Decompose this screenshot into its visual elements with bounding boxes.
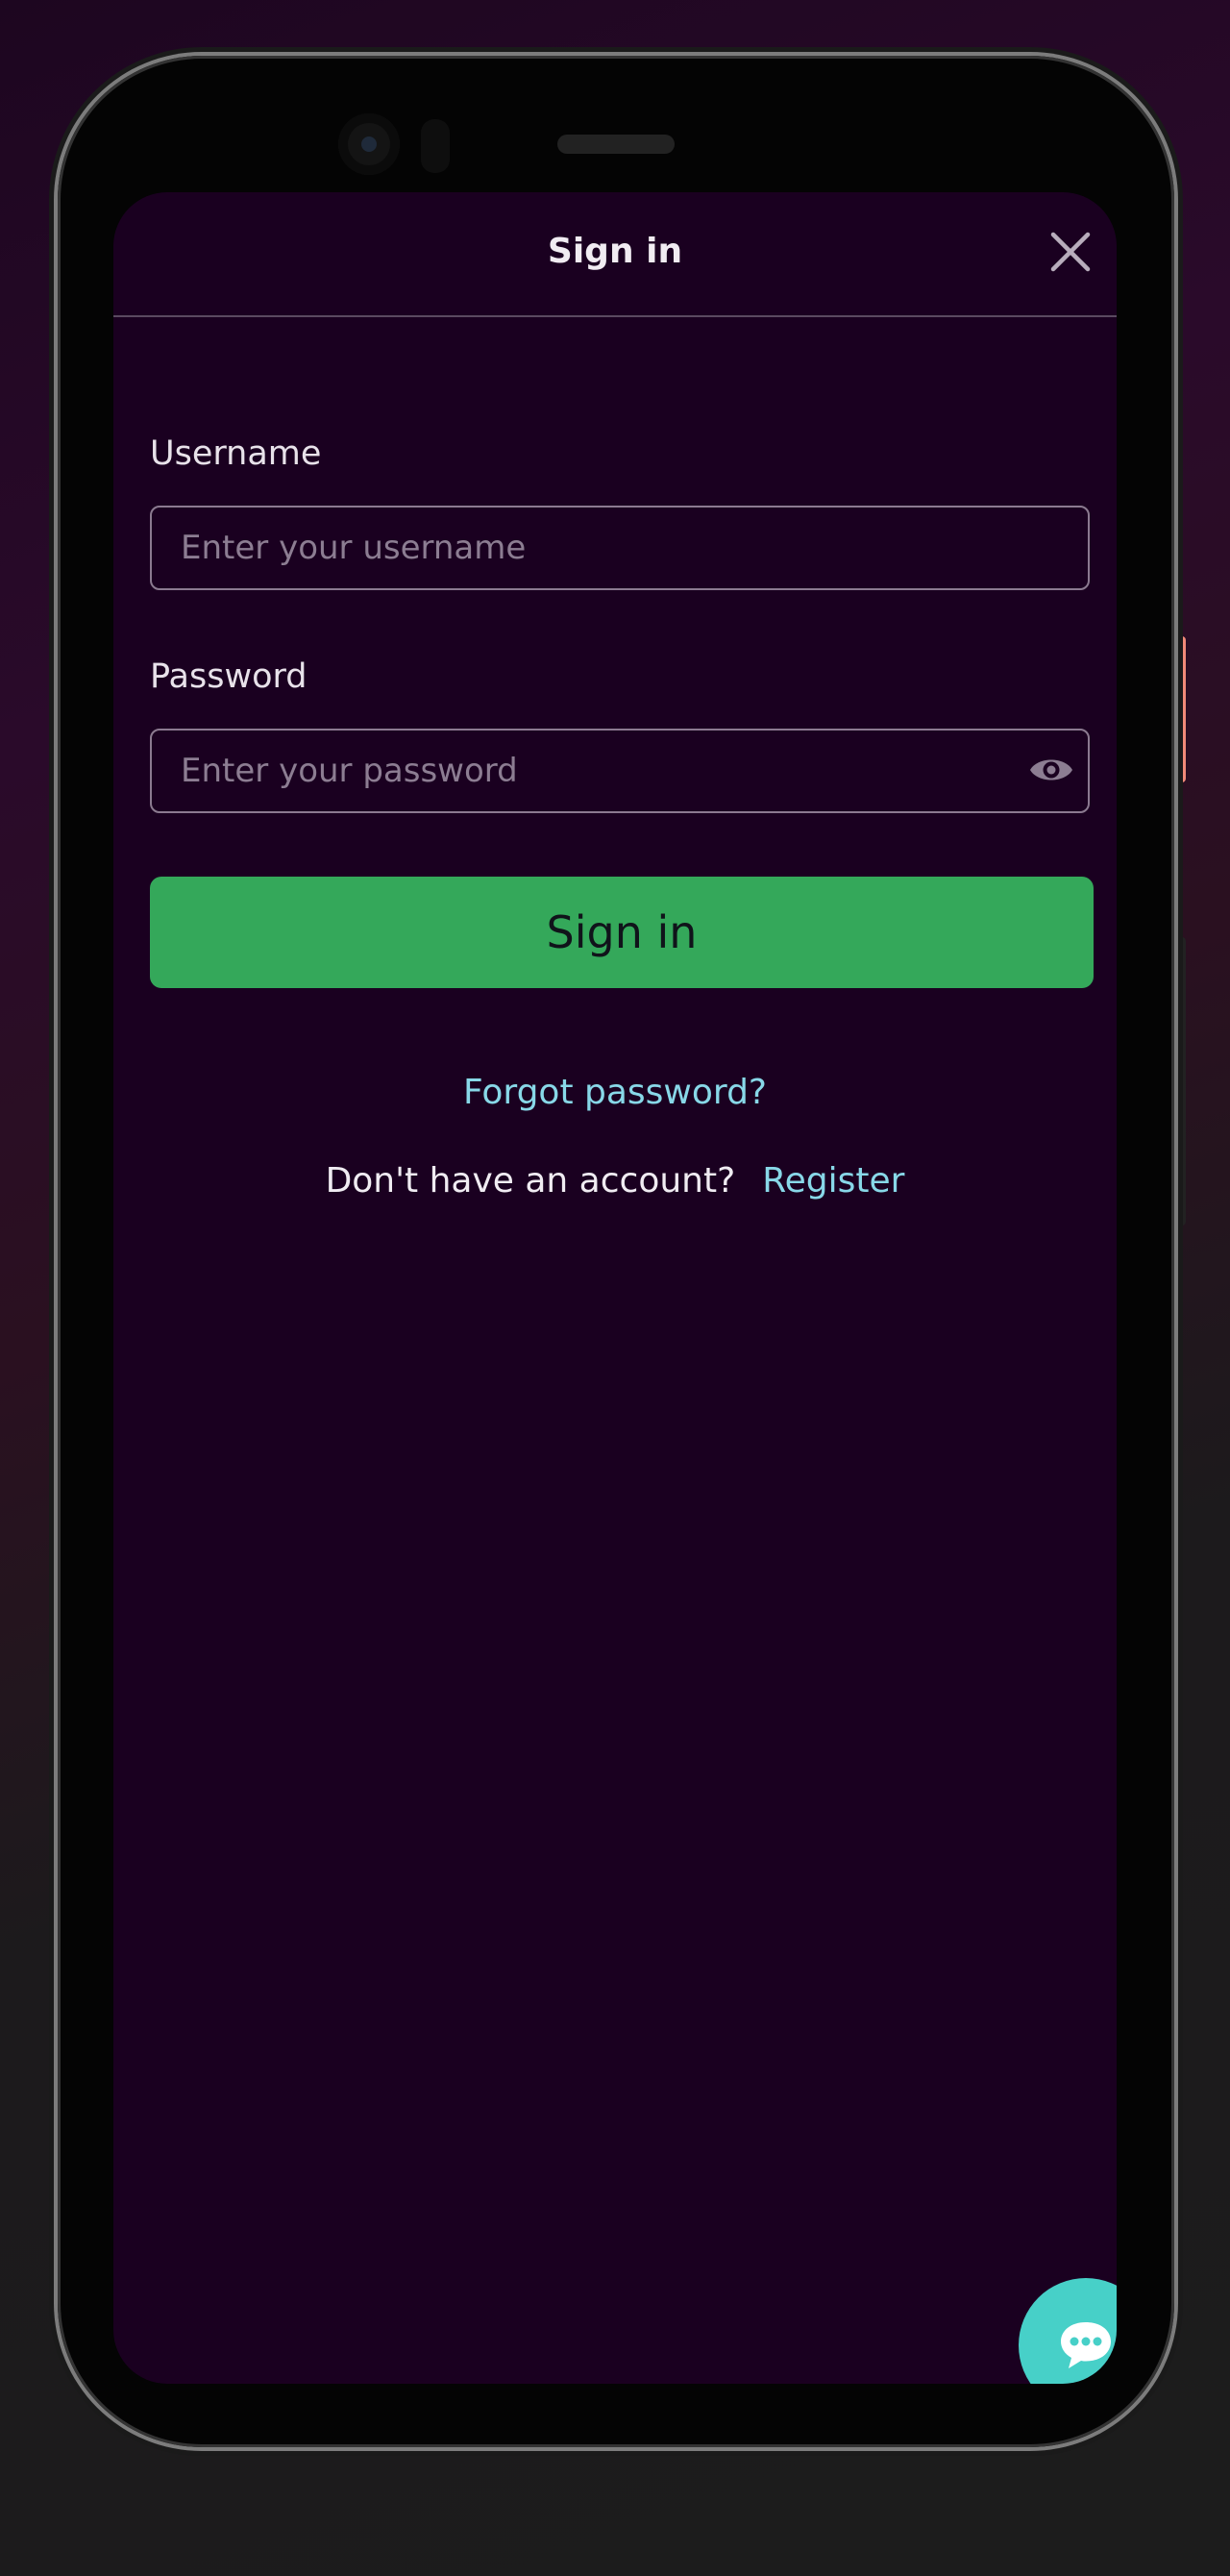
- chat-button[interactable]: [1019, 2278, 1117, 2384]
- register-link[interactable]: Register: [762, 1161, 904, 1201]
- phone-frame: Sign in Username Password Sign in Forgot…: [58, 56, 1174, 2447]
- earpiece-speaker: [557, 135, 675, 154]
- front-camera: [338, 113, 400, 175]
- forgot-password-link[interactable]: Forgot password?: [463, 1073, 767, 1112]
- username-label: Username: [150, 434, 322, 473]
- sign-in-screen: Sign in Username Password Sign in Forgot…: [113, 192, 1117, 2384]
- no-account-text: Don't have an account?: [325, 1161, 736, 1201]
- password-label: Password: [150, 657, 308, 696]
- proximity-sensor: [421, 119, 450, 173]
- sign-in-button[interactable]: Sign in: [150, 877, 1094, 988]
- forgot-password-row: Forgot password?: [113, 1073, 1117, 1112]
- username-input[interactable]: [150, 506, 1090, 590]
- register-row: Don't have an account? Register: [113, 1161, 1117, 1201]
- modal-header: Sign in: [113, 192, 1117, 317]
- phone-power-button: [1174, 636, 1186, 782]
- page-title: Sign in: [547, 232, 683, 271]
- close-icon[interactable]: [1042, 223, 1099, 281]
- password-input[interactable]: [150, 729, 1090, 813]
- chat-icon: [1061, 2322, 1111, 2368]
- phone-volume-button: [1174, 937, 1186, 1226]
- eye-icon[interactable]: [1028, 753, 1074, 787]
